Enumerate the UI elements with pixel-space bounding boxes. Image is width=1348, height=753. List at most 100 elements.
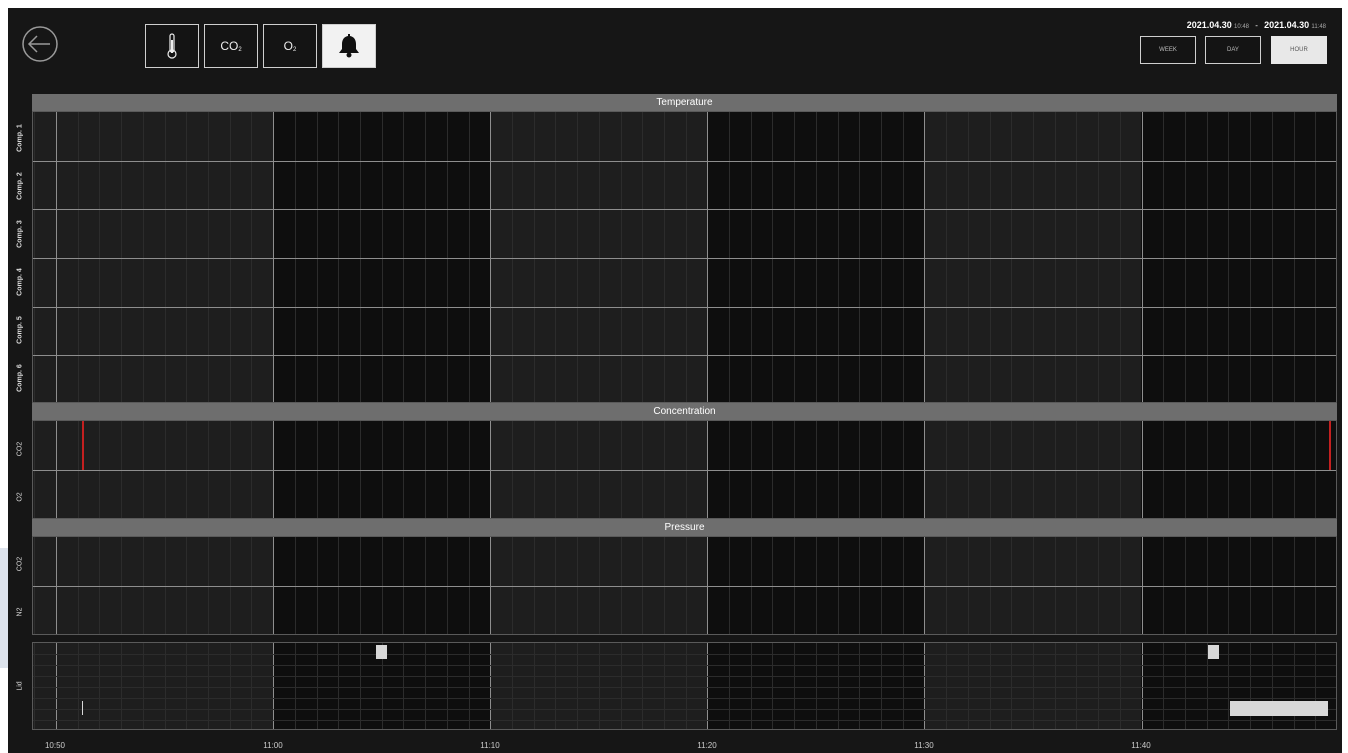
left-edge-strip [0, 548, 8, 668]
grid-line-minor [1119, 643, 1121, 729]
grid-line-minor [338, 112, 340, 402]
o2-subscript: 2 [293, 47, 297, 53]
grid-line-minor [186, 112, 188, 402]
grid-line-minor [989, 112, 991, 402]
grid-line-minor [1250, 643, 1252, 729]
grid-line-major [924, 112, 926, 402]
grid-line-minor [142, 643, 144, 729]
temperature-header: Temperature [32, 94, 1337, 111]
grid-line-minor [425, 643, 427, 729]
row-label-concentration-o2: O2 [16, 492, 24, 502]
grid-line-minor [77, 112, 79, 402]
week-button-label: WEEK [1159, 47, 1177, 53]
grid-line-minor [34, 643, 36, 729]
grid-line-horizontal [33, 709, 1336, 710]
grid-line-minor [1293, 643, 1295, 729]
grid-line-minor [1293, 112, 1295, 402]
grid-line-minor [229, 643, 231, 729]
grid-stripe [33, 643, 274, 729]
grid-line-minor [77, 643, 79, 729]
grid-line-minor [815, 643, 817, 729]
row-label-comp-3: Comp. 3 [16, 220, 24, 248]
grid-line-minor [1315, 112, 1317, 402]
grid-line-minor [1271, 643, 1273, 729]
grid-line-minor [1184, 112, 1186, 402]
grid-line-minor [251, 643, 253, 729]
row-divider [33, 306, 1336, 308]
grid-line-minor [881, 643, 882, 729]
grid-line-minor [1011, 112, 1013, 402]
grid-line-horizontal [33, 676, 1336, 677]
co2-label: CO [220, 39, 239, 53]
grid-line-minor [620, 112, 622, 402]
grid-line-minor [881, 112, 882, 402]
grid-line-horizontal [33, 687, 1336, 688]
row-divider [33, 258, 1336, 259]
grid-line-minor [1250, 112, 1252, 402]
lid-plot [32, 642, 1337, 730]
temperature-button[interactable] [145, 24, 199, 68]
day-button-label: DAY [1227, 47, 1239, 53]
grid-line-minor [121, 643, 123, 729]
alarm-button[interactable] [322, 24, 376, 68]
grid-line-minor [164, 643, 166, 729]
week-button[interactable]: WEEK [1140, 36, 1196, 64]
o2-label: O [283, 39, 293, 53]
grid-line-minor [121, 112, 123, 402]
grid-line-minor [1271, 112, 1273, 402]
row-divider [33, 470, 1336, 471]
co2-alarm-marker-end [1329, 421, 1331, 470]
grid-line-minor [403, 643, 405, 729]
o2-button[interactable]: O2 [263, 24, 317, 68]
x-tick-label: 11:40 [1131, 741, 1151, 750]
grid-line-minor [1119, 112, 1121, 402]
lid-event-block [376, 645, 387, 659]
grid-line-minor [468, 643, 470, 729]
lid-event-bar [1230, 701, 1328, 716]
grid-line-major [56, 112, 57, 402]
day-button[interactable]: DAY [1205, 36, 1261, 64]
grid-line-minor [837, 112, 839, 402]
grid-line-minor [186, 643, 188, 729]
co2-alarm-marker-start [82, 421, 84, 470]
back-button[interactable] [20, 24, 60, 64]
grid-line-major [490, 643, 492, 729]
hour-button[interactable]: HOUR [1271, 36, 1327, 64]
date-range: 2021.04.30 10:48 - 2021.04.30 11:48 [1187, 20, 1326, 30]
grid-line-minor [164, 112, 166, 402]
pressure-plot [32, 536, 1337, 635]
start-date: 2021.04.30 [1186, 20, 1232, 30]
grid-line-horizontal [33, 698, 1336, 699]
row-label-pressure-n2: N2 [16, 607, 24, 617]
grid-line-minor [359, 643, 361, 729]
row-label-concentration-co2: CO2 [16, 441, 24, 457]
grid-line-minor [208, 112, 209, 402]
co2-button[interactable]: CO 2 [204, 24, 258, 68]
grid-line-minor [1054, 112, 1056, 402]
grid-line-minor [359, 112, 361, 402]
grid-line-minor [794, 112, 796, 402]
grid-line-minor [750, 643, 752, 729]
grid-line-minor [967, 643, 969, 729]
grid-line-minor [208, 643, 209, 729]
x-tick-label: 11:20 [697, 741, 717, 750]
grid-line-major [273, 643, 275, 729]
co2-subscript: 2 [238, 47, 242, 53]
pressure-title: Pressure [664, 522, 705, 533]
grid-line-minor [663, 643, 665, 729]
temperature-title: Temperature [656, 97, 713, 108]
grid-line-minor [1228, 112, 1230, 402]
grid-line-minor [1184, 643, 1186, 729]
grid-line-minor [403, 112, 405, 402]
grid-line-minor [685, 643, 687, 729]
grid-line-minor [533, 112, 535, 402]
row-label-comp-5: Comp. 5 [16, 316, 24, 344]
row-label-comp-2: Comp. 2 [16, 172, 24, 200]
grid-line-minor [815, 112, 817, 402]
grid-line-minor [1228, 643, 1230, 729]
grid-line-minor [381, 112, 383, 402]
temperature-plot [32, 111, 1337, 403]
grid-line-minor [1163, 112, 1165, 402]
grid-line-minor [598, 112, 600, 402]
grid-line-horizontal [33, 654, 1336, 655]
